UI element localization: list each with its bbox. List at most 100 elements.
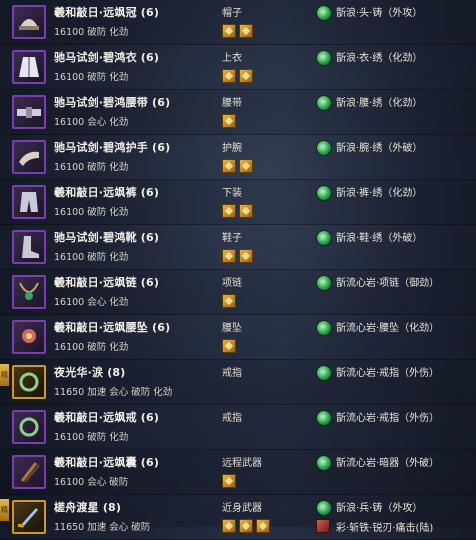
refine-flag: 精 bbox=[0, 499, 9, 521]
forge-enhancement: 斮浪·头·铸（外攻） bbox=[336, 8, 423, 19]
item-stats: 16100 会心 化劲 bbox=[54, 117, 129, 128]
pendant-icon[interactable] bbox=[12, 320, 46, 354]
item-stats: 16100 破防 化劲 bbox=[54, 27, 129, 38]
gem-icon[interactable] bbox=[222, 24, 236, 38]
gem-icon[interactable] bbox=[239, 204, 253, 218]
forge-jade-icon[interactable] bbox=[316, 95, 332, 111]
item-name: 羲和敲日·远飒腰坠 (6) bbox=[54, 321, 171, 334]
gem-icon[interactable] bbox=[222, 114, 236, 128]
item-name: 羲和敲日·远飒戒 (6) bbox=[54, 411, 160, 424]
gem-sockets bbox=[222, 203, 256, 218]
belt-icon[interactable] bbox=[12, 95, 46, 129]
forge-enhancement: 斮浪·衣·绣（化劲） bbox=[336, 53, 423, 64]
gem-sockets bbox=[222, 113, 239, 128]
equipment-row[interactable]: 精 夜光华·涙 (8) 11650 加速 会心 破防 化劲 戒指 斮流心岩·戒指（外伤） bbox=[0, 360, 476, 405]
forge-jade-icon[interactable] bbox=[316, 230, 332, 246]
equipment-row[interactable]: 羲和敲日·远飒腰坠 (6) 16100 破防 化劲 腰坠 斮流心岩·腰坠（化劲） bbox=[0, 315, 476, 360]
blade-icon[interactable] bbox=[12, 500, 46, 534]
item-slot: 项链 bbox=[222, 278, 242, 289]
forge-enhancement: 斮浪·裤·绣（化劲） bbox=[336, 188, 423, 199]
forge-enhancement: 斮浪·腕·绣（外破） bbox=[336, 143, 423, 154]
equipment-row[interactable]: 羲和敲日·远飒裤 (6) 16100 破防 化劲 下装 斮浪·裤·绣（化劲） bbox=[0, 180, 476, 225]
ring-icon[interactable] bbox=[12, 365, 46, 399]
hat-icon[interactable] bbox=[12, 5, 46, 39]
equipment-list: 羲和敲日·远飒冠 (6) 16100 破防 化劲 帽子 斮浪·头·铸（外攻） 驰马试剑·… bbox=[0, 0, 476, 540]
gem-icon[interactable] bbox=[239, 519, 253, 533]
item-stats: 16100 破防 化劲 bbox=[54, 72, 129, 83]
gem-icon[interactable] bbox=[222, 294, 236, 308]
forge-enhancement: 斮流心岩·戒指（外伤） bbox=[336, 368, 440, 379]
forge-enhancement: 斮流心岩·项链（御劲） bbox=[336, 278, 440, 289]
gem-icon[interactable] bbox=[222, 69, 236, 83]
refine-flag: 精 bbox=[0, 364, 9, 386]
forge-jade-icon[interactable] bbox=[316, 500, 332, 516]
gem-sockets bbox=[222, 293, 239, 308]
gem-sockets bbox=[222, 518, 273, 533]
bracer-icon[interactable] bbox=[12, 140, 46, 174]
gem-icon[interactable] bbox=[239, 24, 253, 38]
equipment-row[interactable]: 驰马试剑·碧鸿衣 (6) 16100 破防 化劲 上衣 斮浪·衣·绣（化劲） bbox=[0, 45, 476, 90]
gem-sockets bbox=[222, 158, 256, 173]
item-slot: 远程武器 bbox=[222, 458, 262, 469]
forge-jade-icon[interactable] bbox=[316, 320, 332, 336]
forge-enhancement: 斮浪·腰·绣（化劲） bbox=[336, 98, 423, 109]
forge-jade-icon[interactable] bbox=[316, 140, 332, 156]
item-name: 夜光华·涙 (8) bbox=[54, 366, 126, 379]
item-stats: 16100 会心 破防 bbox=[54, 477, 129, 488]
gem-sockets bbox=[222, 338, 239, 353]
gem-sockets bbox=[222, 23, 256, 38]
gem-icon[interactable] bbox=[239, 249, 253, 263]
item-stats: 11650 加速 会心 破防 化劲 bbox=[54, 387, 173, 398]
item-name: 槎舟渡星 (8) bbox=[54, 501, 122, 514]
item-name: 驰马试剑·碧鸿护手 (6) bbox=[54, 141, 171, 154]
forge-enhancement: 斮浪·兵·铸（外攻） bbox=[336, 503, 423, 514]
gem-icon[interactable] bbox=[222, 474, 236, 488]
enchant-icon[interactable] bbox=[316, 519, 330, 533]
gem-icon[interactable] bbox=[222, 339, 236, 353]
quiver-icon[interactable] bbox=[12, 455, 46, 489]
equipment-row[interactable]: 驰马试剑·碧鸿护手 (6) 16100 破防 化劲 护腕 斮浪·腕·绣（外破） bbox=[0, 135, 476, 180]
ring-icon[interactable] bbox=[12, 410, 46, 444]
pants-icon[interactable] bbox=[12, 185, 46, 219]
gem-icon[interactable] bbox=[222, 159, 236, 173]
forge-jade-icon[interactable] bbox=[316, 275, 332, 291]
forge-jade-icon[interactable] bbox=[316, 5, 332, 21]
gem-icon[interactable] bbox=[222, 249, 236, 263]
gem-icon[interactable] bbox=[222, 204, 236, 218]
boots-icon[interactable] bbox=[12, 230, 46, 264]
forge-enhancement: 斮流心岩·暗器（外破） bbox=[336, 458, 440, 469]
gem-icon[interactable] bbox=[222, 519, 236, 533]
equipment-row[interactable]: 羲和敲日·远飒囊 (6) 16100 会心 破防 远程武器 斮流心岩·暗器（外破） bbox=[0, 450, 476, 495]
forge-jade-icon[interactable] bbox=[316, 365, 332, 381]
equipment-row[interactable]: 精槎舟渡星 (8) 11650 加速 会心 破防 近身武器 斮浪·兵·铸（外攻） 彩·斩… bbox=[0, 495, 476, 540]
item-name: 羲和敲日·远飒裤 (6) bbox=[54, 186, 160, 199]
item-stats: 11650 加速 会心 破防 bbox=[54, 522, 151, 533]
equipment-row[interactable]: 羲和敲日·远飒链 (6) 16100 会心 化劲 项链 斮流心岩·项链（御劲） bbox=[0, 270, 476, 315]
gem-sockets bbox=[222, 473, 239, 488]
item-stats: 16100 破防 化劲 bbox=[54, 162, 129, 173]
forge-jade-icon[interactable] bbox=[316, 410, 332, 426]
gem-icon[interactable] bbox=[256, 519, 270, 533]
item-stats: 16100 会心 化劲 bbox=[54, 297, 129, 308]
robe-icon[interactable] bbox=[12, 50, 46, 84]
equipment-row[interactable]: 羲和敲日·远飒戒 (6) 16100 破防 化劲 戒指 斮流心岩·戒指（外伤） bbox=[0, 405, 476, 450]
gem-icon[interactable] bbox=[239, 159, 253, 173]
item-stats: 16100 破防 化劲 bbox=[54, 252, 129, 263]
gem-icon[interactable] bbox=[239, 69, 253, 83]
forge-jade-icon[interactable] bbox=[316, 455, 332, 471]
equipment-row[interactable]: 驰马试剑·碧鸿腰带 (6) 16100 会心 化劲 腰带 斮浪·腰·绣（化劲） bbox=[0, 90, 476, 135]
gem-sockets bbox=[222, 248, 256, 263]
item-slot: 腰带 bbox=[222, 98, 242, 109]
gem-sockets bbox=[222, 68, 256, 83]
necklace-icon[interactable] bbox=[12, 275, 46, 309]
item-slot: 帽子 bbox=[222, 8, 242, 19]
item-stats: 16100 破防 化劲 bbox=[54, 207, 129, 218]
item-stats: 16100 破防 化劲 bbox=[54, 432, 129, 443]
equipment-row[interactable]: 羲和敲日·远飒冠 (6) 16100 破防 化劲 帽子 斮浪·头·铸（外攻） bbox=[0, 0, 476, 45]
forge-jade-icon[interactable] bbox=[316, 50, 332, 66]
equipment-row[interactable]: 驰马试剑·碧鸿靴 (6) 16100 破防 化劲 鞋子 斮浪·鞋·绣（外破） bbox=[0, 225, 476, 270]
item-name: 羲和敲日·远飒链 (6) bbox=[54, 276, 160, 289]
item-slot: 鞋子 bbox=[222, 233, 242, 244]
item-name: 驰马试剑·碧鸿靴 (6) bbox=[54, 231, 160, 244]
forge-jade-icon[interactable] bbox=[316, 185, 332, 201]
